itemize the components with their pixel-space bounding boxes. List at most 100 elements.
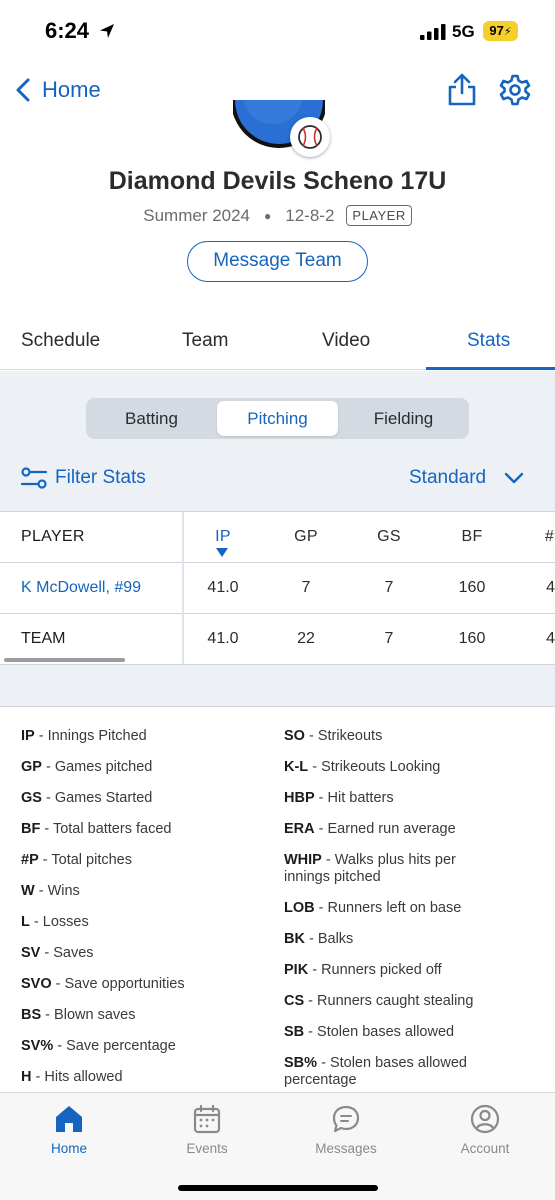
calendar-icon — [193, 1104, 221, 1134]
stats-panel: Batting Pitching Fielding Filter Stats S… — [0, 371, 555, 1100]
chevron-left-icon — [16, 78, 30, 102]
filter-sliders-icon — [20, 467, 48, 489]
legend-item: ERA - Earned run average — [284, 821, 456, 837]
battery-icon: 97⚡ — [483, 21, 518, 41]
tab-video[interactable]: Video — [322, 330, 370, 352]
bottom-tab-messages-label: Messages — [315, 1141, 377, 1156]
table-cell: 160 — [458, 579, 486, 596]
table-cell: 160 — [458, 630, 486, 647]
location-arrow-icon — [100, 24, 114, 38]
bottom-tab-events[interactable]: Events — [147, 1103, 267, 1156]
tab-schedule[interactable]: Schedule — [21, 330, 100, 352]
column-header-ip[interactable]: IP — [193, 528, 253, 546]
legend-item: K-L - Strikeouts Looking — [284, 759, 441, 775]
legend-item: WHIP - Walks plus hits per innings pitch… — [284, 852, 456, 885]
pitching-stats-table[interactable]: PLAYER IP GP GS BF #P K McDowell, #99 41… — [0, 511, 555, 665]
legend-item: SB% - Stolen bases allowed percentage — [284, 1055, 467, 1088]
stat-category-selector: Batting Pitching Fielding — [86, 398, 469, 439]
bottom-tab-account[interactable]: Account — [425, 1103, 545, 1156]
legend-item: SV - Saves — [21, 945, 94, 961]
team-total-label: TEAM — [21, 630, 66, 647]
team-name: Diamond Devils Scheno 17U — [108, 167, 447, 195]
legend-item: IP - Innings Pitched — [21, 728, 147, 744]
bottom-tab-bar: Home Events Messages Account — [0, 1092, 555, 1200]
network-type: 5G — [452, 22, 475, 41]
filter-row: Filter Stats Standard — [0, 461, 555, 495]
table-cell: 46 — [546, 579, 555, 596]
home-icon — [56, 1106, 82, 1132]
stats-legend: IP - Innings Pitched GP - Games pitched … — [0, 706, 555, 1100]
legend-item: CS - Runners caught stealing — [284, 993, 474, 1009]
legend-item: GP - Games pitched — [21, 759, 153, 775]
segment-fielding[interactable]: Fielding — [341, 401, 466, 436]
legend-item: SB - Stolen bases allowed — [284, 1024, 455, 1040]
team-tabs: Schedule Team Video Stats — [0, 318, 555, 370]
cellular-signal-icon — [420, 24, 446, 40]
account-icon — [470, 1104, 500, 1134]
team-season: Summer 2024 — [143, 205, 251, 225]
legend-item: BS - Blown saves — [21, 1007, 136, 1023]
back-button[interactable]: Home — [14, 74, 101, 106]
stats-view-value: Standard — [409, 467, 487, 488]
tab-active-indicator — [426, 367, 555, 370]
chat-bubble-icon — [332, 1105, 360, 1133]
filter-stats-button[interactable]: Filter Stats — [20, 461, 146, 495]
column-header-pitches[interactable]: #P — [525, 528, 555, 546]
frozen-column-divider — [182, 512, 184, 664]
baseball-icon — [290, 117, 330, 157]
legend-item: #P - Total pitches — [21, 852, 132, 868]
column-header-gp[interactable]: GP — [276, 528, 336, 546]
legend-item: SV% - Save percentage — [21, 1038, 176, 1054]
battery-level: 97 — [489, 23, 504, 38]
share-icon[interactable] — [445, 72, 479, 108]
table-cell: 7 — [301, 579, 311, 596]
legend-item: L - Losses — [21, 914, 89, 930]
table-cell: 7 — [384, 579, 394, 596]
role-badge: PLAYER — [346, 205, 412, 226]
table-row: K McDowell, #99 41.0 7 7 160 46 — [0, 563, 555, 614]
table-cell: 41.0 — [207, 579, 239, 596]
table-cell: 41.0 — [207, 630, 239, 647]
legend-item: BK - Balks — [284, 931, 354, 947]
status-time: 6:24 — [45, 18, 90, 43]
table-cell: 22 — [297, 630, 315, 647]
message-team-button[interactable]: Message Team — [187, 241, 368, 282]
bottom-tab-events-label: Events — [186, 1141, 228, 1156]
sort-descending-icon — [216, 548, 228, 557]
segment-batting[interactable]: Batting — [89, 401, 214, 436]
legend-item: GS - Games Started — [21, 790, 153, 806]
legend-item: BF - Total batters faced — [21, 821, 172, 837]
status-bar: 6:24 5G 97⚡ — [0, 0, 555, 62]
horizontal-scrollbar[interactable] — [4, 658, 125, 662]
home-indicator — [178, 1185, 378, 1191]
column-header-player[interactable]: PLAYER — [21, 528, 85, 546]
gear-icon[interactable] — [498, 73, 532, 107]
table-cell: 46 — [546, 630, 555, 647]
legend-item: PIK - Runners picked off — [284, 962, 442, 978]
column-header-gs[interactable]: GS — [359, 528, 419, 546]
legend-item: LOB - Runners left on base — [284, 900, 462, 916]
meta-separator: ● — [264, 208, 272, 223]
legend-item: HBP - Hit batters — [284, 790, 394, 806]
table-cell: 7 — [384, 630, 394, 647]
table-header-row: PLAYER IP GP GS BF #P — [0, 512, 555, 563]
bottom-tab-messages[interactable]: Messages — [286, 1103, 406, 1156]
tab-team[interactable]: Team — [182, 330, 228, 352]
legend-item: W - Wins — [21, 883, 80, 899]
stats-view-dropdown[interactable]: Standard — [409, 461, 524, 495]
chevron-down-icon — [504, 472, 524, 484]
tab-stats[interactable]: Stats — [467, 330, 510, 352]
filter-stats-label: Filter Stats — [55, 467, 146, 488]
team-meta: Summer 2024 ● 12-8-2 PLAYER — [0, 205, 555, 226]
back-label: Home — [42, 77, 101, 102]
team-record: 12-8-2 — [285, 205, 335, 225]
legend-item: SO - Strikeouts — [284, 728, 383, 744]
player-name-link[interactable]: K McDowell, #99 — [21, 579, 141, 597]
legend-item: H - Hits allowed — [21, 1069, 123, 1085]
segment-pitching[interactable]: Pitching — [217, 401, 338, 436]
column-header-bf[interactable]: BF — [442, 528, 502, 546]
bottom-tab-home-label: Home — [50, 1141, 87, 1156]
legend-item: SVO - Save opportunities — [21, 976, 185, 992]
bottom-tab-account-label: Account — [460, 1141, 510, 1156]
bottom-tab-home[interactable]: Home — [9, 1103, 129, 1156]
